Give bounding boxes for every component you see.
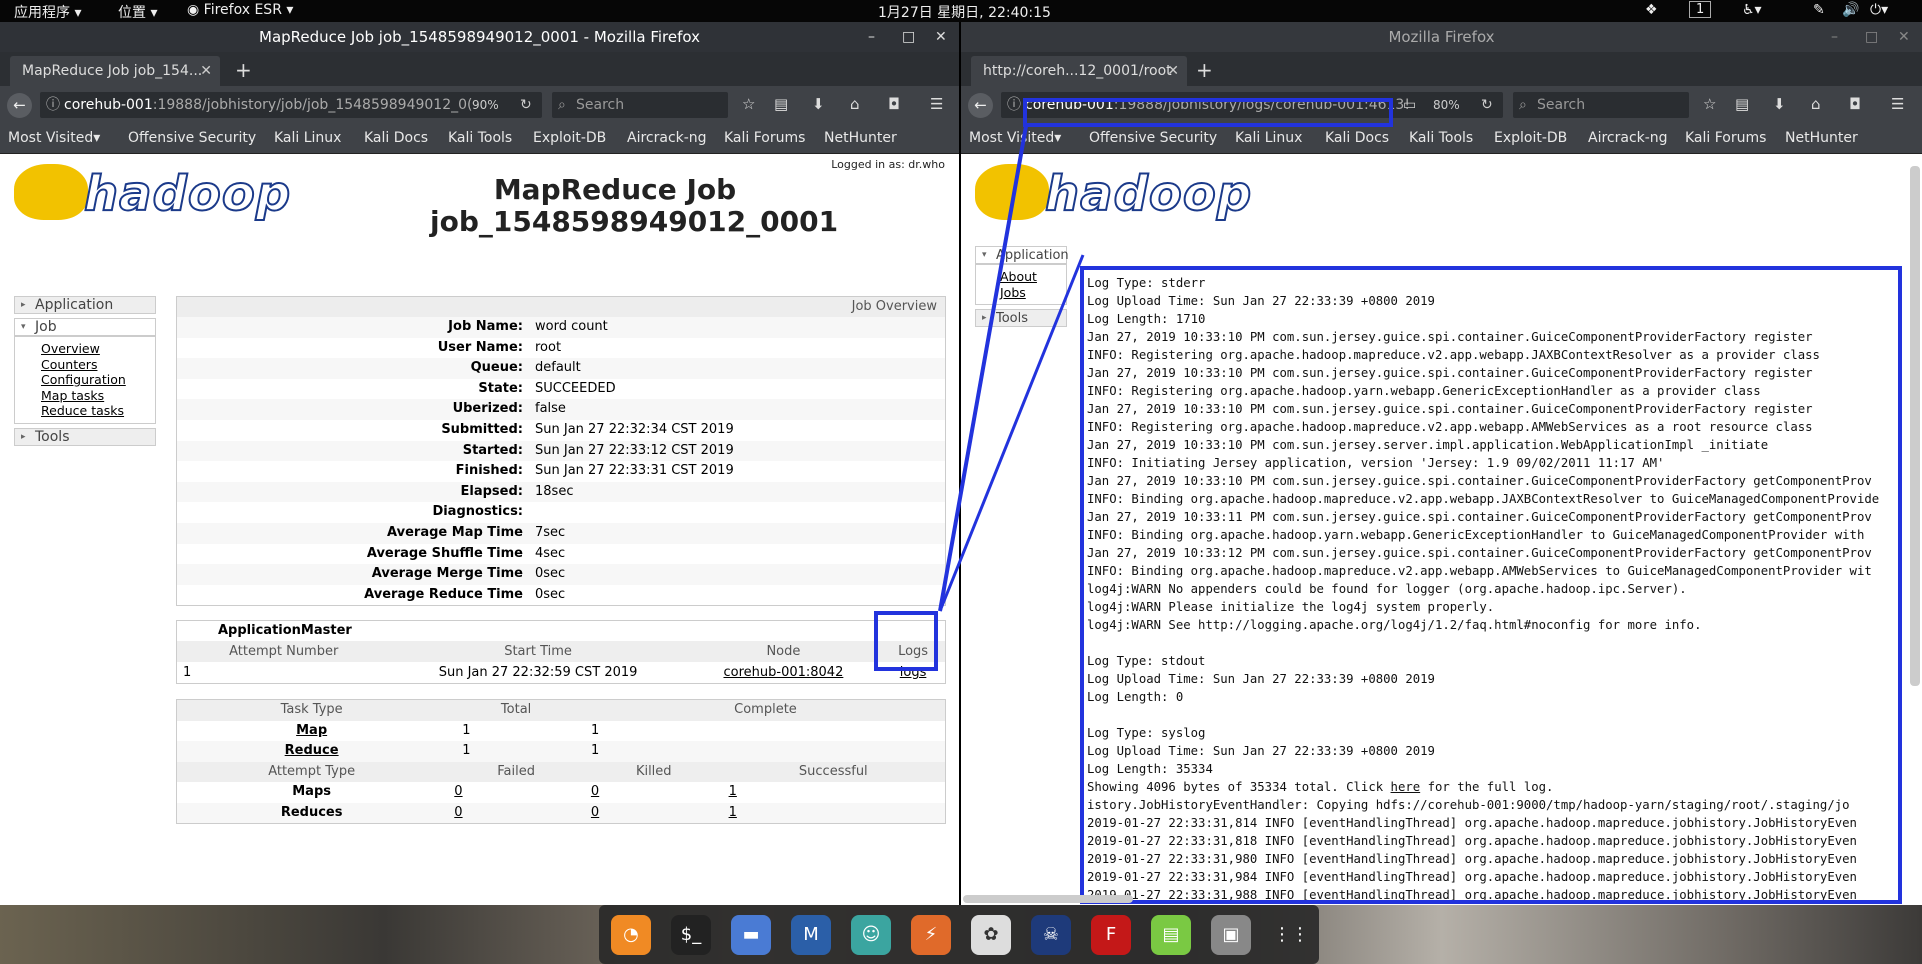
notes-icon[interactable]: ▤ — [1151, 915, 1191, 955]
metasploit-icon[interactable]: M — [791, 915, 831, 955]
annotation-lines — [938, 125, 1085, 612]
annotation-line — [938, 125, 1028, 612]
terminal-icon[interactable]: $_ — [671, 915, 711, 955]
app-dock: ◔ $_ ▬ M ☺ ⚡ ✿ ☠ F ▤ ▣ ⋮⋮ — [599, 905, 1319, 964]
maltego-icon[interactable]: ✿ — [971, 915, 1011, 955]
kali-app-icon[interactable]: ☺ — [851, 915, 891, 955]
annotation-line — [938, 254, 1085, 612]
firefox-icon[interactable]: ◔ — [611, 915, 651, 955]
screenshot-icon[interactable]: ▣ — [1211, 915, 1251, 955]
app-grid-icon[interactable]: ⋮⋮ — [1271, 915, 1311, 955]
armitage-icon[interactable]: ☠ — [1031, 915, 1071, 955]
burpsuite-icon[interactable]: ⚡ — [911, 915, 951, 955]
files-icon[interactable]: ▬ — [731, 915, 771, 955]
faraday-icon[interactable]: F — [1091, 915, 1131, 955]
